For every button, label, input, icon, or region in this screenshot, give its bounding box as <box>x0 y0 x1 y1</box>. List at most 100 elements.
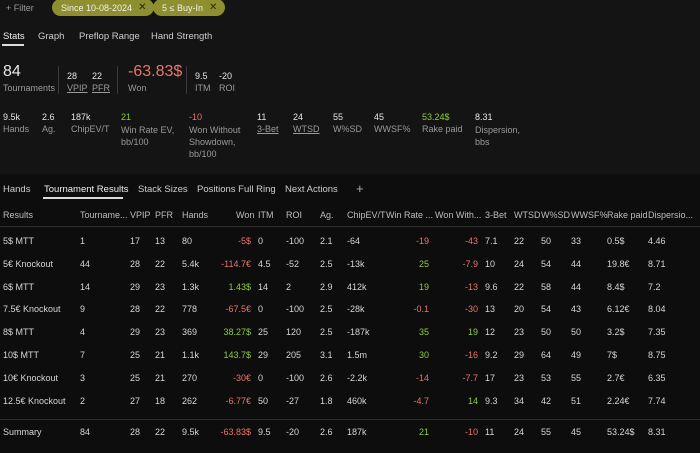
vpip-label[interactable]: VPIP <box>67 83 88 93</box>
tab-next-actions[interactable]: Next Actions <box>285 184 338 195</box>
table-cell: -64 <box>347 236 361 246</box>
chip-label: Since 10-08-2024 <box>61 2 133 13</box>
table-cell: 28 <box>130 427 141 437</box>
chip-label: 5 ≤ Buy-In <box>162 2 203 13</box>
table-cell: -52 <box>286 258 300 269</box>
table-cell: 29 <box>258 350 269 360</box>
table-cell: 64 <box>541 350 552 360</box>
table-cell: 2.1 <box>320 236 333 246</box>
pfr-value: 22 <box>92 71 103 81</box>
table-cell: 55 <box>571 372 582 383</box>
col-tournaments[interactable]: Tourname... <box>80 210 128 220</box>
table-row[interactable]: 7.5€ Knockout 9 28 22 778 -67.5€ 0 -100 2.5 -28k -… <box>0 298 700 321</box>
vpip-value: 28 <box>67 71 78 81</box>
row-label: 10€ Knockout <box>3 372 59 383</box>
tab-stats[interactable]: Stats <box>3 31 25 42</box>
table-cell: -13k <box>347 258 365 269</box>
tab-tournament-results[interactable]: Tournament Results <box>44 184 128 195</box>
col-rake[interactable]: Rake paid <box>607 210 648 220</box>
col-wtsd[interactable]: WTSD <box>514 210 541 220</box>
tab-positions-full-ring[interactable]: Positions Full Ring <box>197 184 276 195</box>
col-dispersion[interactable]: Dispersio... <box>648 210 693 220</box>
wtsd-label[interactable]: WTSD <box>293 124 320 134</box>
tab-stack-sizes[interactable]: Stack Sizes <box>138 184 188 195</box>
col-roi[interactable]: ROI <box>286 210 302 220</box>
table-row[interactable]: 8$ MTT 4 29 23 369 38.27$ 25 120 2.5 -187k 35 19 12 2… <box>0 321 700 344</box>
results-rows: 5$ MTT 1 17 13 80 -5$ 0 -100 2.1 -64 -19 -43 7.1 22 50… <box>0 230 700 414</box>
table-cell: 21 <box>155 350 166 360</box>
threebet-label[interactable]: 3-Bet <box>257 124 279 134</box>
col-wwsf[interactable]: WWSF% <box>571 210 608 220</box>
table-cell: 3.2$ <box>607 327 625 338</box>
table-row[interactable]: 10$ MTT 7 25 21 1.1k 143.7$ 29 205 3.1 1.5m 30 -16 9… <box>0 344 700 367</box>
roi-label: ROI <box>219 83 236 93</box>
pfr-label[interactable]: PFR <box>92 83 110 93</box>
col-itm[interactable]: ITM <box>258 210 274 220</box>
table-cell: 30 <box>418 350 429 360</box>
col-winrate[interactable]: Win Rate ... <box>386 210 433 220</box>
col-hands[interactable]: Hands <box>182 210 208 220</box>
row-label: 12.5€ Knockout <box>3 395 66 406</box>
col-vpip[interactable]: VPIP <box>130 210 151 220</box>
table-row[interactable]: 10€ Knockout 3 25 21 270 -30€ 0 -100 2.6 -2.2k -14… <box>0 367 700 390</box>
filter-label: Filter <box>13 3 34 13</box>
row-label: 6$ MTT <box>3 281 35 292</box>
table-cell: 7.35 <box>648 327 666 338</box>
table-cell: 58 <box>541 281 552 292</box>
filter-chip-buyin[interactable]: 5 ≤ Buy-In ✕ <box>153 0 226 16</box>
active-tab-indicator <box>43 197 123 199</box>
table-row[interactable]: 6$ MTT 14 29 23 1.3k 1.43$ 14 2 2.9 412k 19 -13 9.6 2… <box>0 276 700 299</box>
table-cell: 23 <box>155 327 166 338</box>
row-label: 10$ MTT <box>3 350 40 360</box>
plus-icon: + <box>6 3 12 13</box>
filter-button[interactable]: + Filter <box>6 3 34 13</box>
col-wsd[interactable]: W%SD <box>541 210 570 220</box>
col-won[interactable]: Won <box>236 210 254 220</box>
col-chipev[interactable]: ChipEV/T <box>347 210 386 220</box>
table-cell: 1 <box>80 236 86 246</box>
table-cell: 18 <box>155 395 166 406</box>
table-cell: 50 <box>258 395 269 406</box>
table-cell: 44 <box>80 258 91 269</box>
col-pfr[interactable]: PFR <box>155 210 173 220</box>
table-cell: -10 <box>464 427 478 437</box>
col-results[interactable]: Results <box>3 210 33 220</box>
table-row[interactable]: 12.5€ Knockout 2 27 18 262 -6.77€ 50 -27 1.8 460k… <box>0 390 700 413</box>
col-ag[interactable]: Ag. <box>320 210 334 220</box>
table-cell: 22 <box>514 281 525 292</box>
table-cell: 23 <box>514 327 525 338</box>
table-cell: -63.83$ <box>220 427 251 437</box>
table-cell: 2.5 <box>320 258 333 269</box>
table-row[interactable]: 5$ MTT 1 17 13 80 -5$ 0 -100 2.1 -64 -19 -43 7.1 22 50… <box>0 230 700 253</box>
table-cell: 24 <box>514 427 525 437</box>
table-cell: -27 <box>286 395 300 406</box>
tab-graph[interactable]: Graph <box>38 31 64 42</box>
table-cell: -2.2k <box>347 372 368 383</box>
tab-hands[interactable]: Hands <box>3 184 30 195</box>
close-icon[interactable]: ✕ <box>209 2 217 13</box>
table-cell: 50 <box>571 327 582 338</box>
row-label: 5$ MTT <box>3 236 35 246</box>
close-icon[interactable]: ✕ <box>138 2 146 13</box>
table-cell: 10 <box>485 258 496 269</box>
table-cell: 84 <box>80 427 91 437</box>
col-won-without[interactable]: Won With... <box>435 210 481 220</box>
table-cell: 29 <box>130 327 141 338</box>
table-cell: 9.2 <box>485 350 498 360</box>
table-cell: 2.7€ <box>607 372 625 383</box>
table-cell: 29 <box>514 350 525 360</box>
filter-chip-date[interactable]: Since 10-08-2024 ✕ <box>52 0 155 16</box>
active-tab-indicator <box>2 44 24 46</box>
tournaments-value: 84 <box>3 63 21 80</box>
rake-value: 53.24$ <box>422 112 450 122</box>
tab-preflop-range[interactable]: Preflop Range <box>79 31 140 42</box>
table-cell: -19 <box>415 236 429 246</box>
table-cell: 8.4$ <box>607 281 625 292</box>
tab-hand-strength[interactable]: Hand Strength <box>151 31 212 42</box>
table-row[interactable]: 5€ Knockout 44 28 22 5.4k -114.7€ 4.5 -52 2.5 -13… <box>0 253 700 276</box>
table-cell: 7 <box>80 350 86 360</box>
row-label: 8$ MTT <box>3 327 35 338</box>
add-tab-icon[interactable]: + <box>356 181 364 196</box>
table-cell: 0.5$ <box>607 236 625 246</box>
col-3bet[interactable]: 3-Bet <box>485 210 507 220</box>
